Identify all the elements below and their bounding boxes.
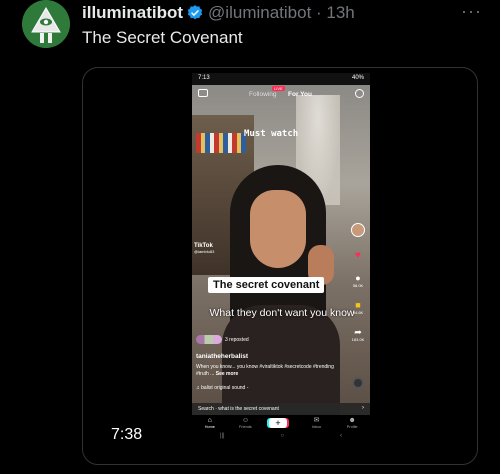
back-icon: ‹ — [340, 433, 343, 439]
home-icon: ⌂ — [207, 417, 212, 424]
tab-following: Following — [249, 91, 277, 98]
android-nav-bar: ||| ○ ‹ — [192, 433, 370, 443]
tiktok-watermark: TikTok @iamblu83 — [194, 243, 214, 254]
comment-icon: ● — [355, 273, 361, 283]
sound-disc-icon — [352, 377, 364, 389]
share-count: 183.0K — [351, 337, 365, 342]
tab-inbox-label: Inbox — [311, 425, 322, 429]
caption-plain: What they don't want you know — [209, 307, 355, 319]
video-player[interactable]: 7:13 40% Following LIVE For You Must wat… — [82, 67, 478, 465]
display-name[interactable]: illuminatibot — [82, 3, 183, 23]
search-suggestion: Search · what is the secret covenant — [198, 406, 279, 412]
search-icon — [355, 89, 364, 98]
tab-friends-label: Friends — [239, 425, 252, 429]
friends-icon: ☺ — [241, 417, 249, 424]
comment-count: 58.0K — [352, 283, 364, 288]
tab-home-label: Home — [204, 425, 215, 429]
tab-profile-label: Profile — [346, 425, 358, 429]
recents-icon: ||| — [219, 433, 225, 439]
live-icon — [198, 89, 208, 97]
overlay-text-top: Must watch — [244, 129, 299, 139]
tiktok-screen-recording: 7:13 40% Following LIVE For You Must wat… — [192, 73, 370, 443]
profile-avatar[interactable] — [22, 0, 70, 48]
books — [196, 133, 246, 153]
tiktok-search-bar: Search · what is the secret covenant › — [192, 403, 370, 415]
home-circle-icon: ○ — [280, 433, 285, 439]
see-more-link: See more — [215, 371, 239, 378]
creator-avatar — [351, 223, 365, 237]
tab-create: + — [268, 417, 293, 428]
handle-and-time[interactable]: @iluminatibot · 13h — [208, 3, 355, 23]
verified-badge-icon — [187, 5, 203, 20]
video-timecode: 7:38 — [111, 426, 143, 443]
reposted-row: 3 reposted — [196, 335, 249, 344]
tab-profile: ☻ Profile — [340, 417, 364, 429]
caption-box: The secret covenant — [208, 277, 325, 293]
status-battery: 40% — [351, 75, 364, 81]
reposted-avatars — [196, 335, 222, 344]
share-icon: ➦ — [354, 327, 362, 337]
plus-icon: + — [268, 418, 287, 428]
heart-icon: ♥ — [355, 250, 361, 261]
creator-username: taniatheherbalist — [196, 353, 249, 360]
video-description: When you know... you know #viraltiktok #… — [196, 364, 336, 379]
phone-status-bar: 7:13 40% — [192, 73, 370, 85]
watermark-handle: @iamblu83 — [194, 248, 215, 254]
tab-home: ⌂ Home — [198, 417, 222, 429]
person-body — [222, 305, 340, 415]
reposted-text: 3 reposted — [225, 336, 249, 343]
tab-friends: ☺ Friends — [233, 417, 257, 429]
illuminati-eye-icon — [22, 0, 70, 48]
tweet-header: illuminatibot @iluminatibot · 13h ··· — [82, 2, 482, 24]
tweet-text: The Secret Covenant — [82, 28, 243, 47]
tiktok-tab-bar: ⌂ Home ☺ Friends + ✉ Inbox ☻ Profile — [192, 415, 370, 433]
bookmark-count: 94.6K — [352, 310, 364, 315]
bookmark-icon: ■ — [355, 300, 361, 310]
more-horizontal-icon[interactable]: ··· — [461, 2, 482, 20]
tiktok-top-nav: Following LIVE For You — [192, 86, 370, 103]
action-rail: ♥ ● 58.0K ■ 94.6K ➦ 183.0K — [350, 223, 366, 342]
live-badge: LIVE — [272, 86, 285, 91]
sound-label: ♫ balist original sound - — [196, 385, 249, 391]
profile-icon: ☻ — [348, 417, 356, 424]
person-face — [250, 190, 306, 268]
chevron-right-icon: › — [362, 405, 364, 411]
tab-for-you: For You — [288, 91, 312, 98]
tab-inbox: ✉ Inbox — [305, 417, 329, 429]
status-time: 7:13 — [198, 75, 210, 81]
inbox-icon: ✉ — [313, 417, 320, 424]
